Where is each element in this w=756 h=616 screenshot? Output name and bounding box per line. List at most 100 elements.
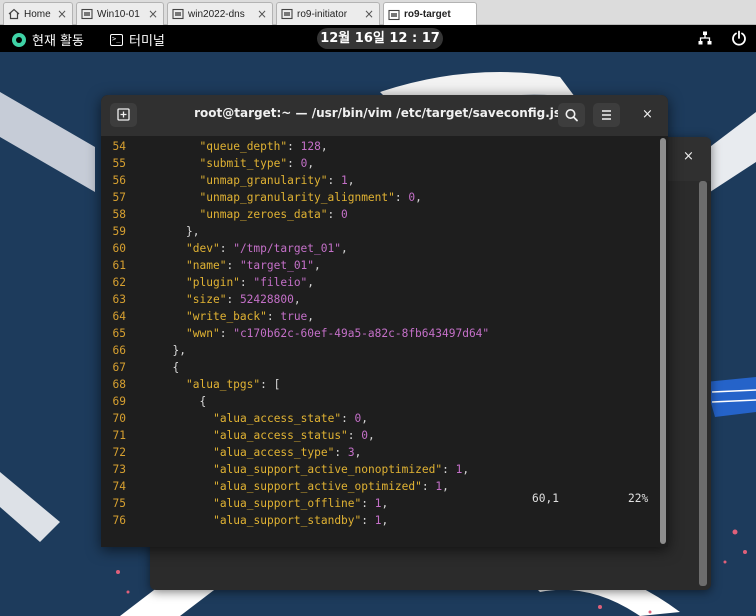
close-icon[interactable]: × [148,7,158,21]
power-icon[interactable] [731,30,747,46]
json-punctuation: : [226,293,240,306]
code-line: 67 { [101,359,657,376]
json-value: 3 [347,446,355,459]
code-line: 65 "wwn": "c170b62c-60ef-49a5-a82c-8fb643… [101,325,657,342]
new-tab-icon [117,108,130,121]
json-key: "alua_support_offline" [213,497,362,510]
json-value: 1 [374,514,382,527]
close-icon[interactable]: × [257,7,267,21]
line-number: 65 [112,327,126,340]
json-punctuation: , [415,191,422,204]
json-punctuation: : [361,497,375,510]
tab-ro9-initiator[interactable]: ro9-initiator × [276,2,380,25]
app-menu-terminal[interactable]: >_ 터미널 [110,30,165,49]
json-key: "name" [186,259,227,272]
code-text: "alua_support_active_optimized": 1, [213,478,449,495]
code-line: 54 "queue_depth": 128, [101,138,657,155]
json-punctuation: , [340,242,348,255]
tab-ro9-target[interactable]: ro9-target [383,2,477,26]
line-number: 60 [112,242,126,255]
code-text: "unmap_granularity": 1, [200,172,355,189]
json-value: 1 [374,497,382,510]
code-line: 69 { [101,393,657,410]
json-punctuation: : [394,191,409,204]
json-punctuation: , [307,276,315,289]
code-text: "write_back": true, [186,308,314,325]
search-icon [565,109,578,122]
json-value: 52428800 [239,293,294,306]
close-icon[interactable]: × [57,7,67,21]
network-icon[interactable] [698,31,712,45]
line-number: 67 [112,361,126,374]
line-number: 66 [112,344,126,357]
code-line: 70 "alua_access_state": 0, [101,410,657,427]
code-text: { [173,359,180,376]
activities-button[interactable]: 현재 활동 [12,30,84,49]
app-name-label: 터미널 [129,34,165,49]
line-number: 69 [112,395,126,408]
vim-editor-buffer[interactable]: 54 "queue_depth": 128, 55 "submit_type": 0,… [101,136,657,547]
line-number: 70 [112,412,126,425]
code-text: "alua_access_state": 0, [213,410,368,427]
tab-win2022-dns[interactable]: win2022-dns × [167,2,273,25]
clock-button[interactable]: 12월 16일 12 : 17 [317,28,443,49]
json-punctuation: , [320,140,328,153]
code-line: 62 "plugin": "fileio", [101,274,657,291]
code-line: 75 "alua_support_offline": 1, [101,495,657,512]
json-key: "size" [186,293,227,306]
code-text: "name": "target_01", [186,257,321,274]
terminal-window[interactable]: root@target:~ — /usr/bin/vim /etc/target… [101,95,668,547]
line-number: 55 [112,157,126,170]
json-value: true [280,310,308,323]
scrollbar-thumb[interactable] [660,138,666,544]
json-punctuation: , [347,174,355,187]
code-line: 61 "name": "target_01", [101,257,657,274]
json-key: "unmap_granularity" [199,174,328,187]
distro-logo-icon [12,32,26,47]
code-text: }, [173,342,186,359]
json-value: 1 [341,174,348,187]
json-key: "alua_access_type" [213,446,335,459]
json-punctuation: : [341,412,355,425]
close-icon[interactable]: × [642,107,653,122]
close-icon[interactable]: × [364,7,374,21]
code-line: 56 "unmap_granularity": 1, [101,172,657,189]
json-punctuation: , [381,514,389,527]
code-line: 64 "write_back": true, [101,308,657,325]
tab-home[interactable]: Home × [3,2,73,25]
json-punctuation: , [361,412,369,425]
tab-win10-01[interactable]: Win10-01 × [76,2,164,25]
json-punctuation: }, [172,344,186,357]
search-button[interactable] [558,103,585,127]
json-key: "plugin" [186,276,240,289]
new-tab-button[interactable] [110,103,137,127]
line-number: 59 [112,225,126,238]
json-value: "fileio" [253,276,308,289]
code-text: "dev": "/tmp/target_01", [186,240,348,257]
json-key: "unmap_granularity_alignment" [199,191,395,204]
code-text: "alua_access_status": 0, [213,427,375,444]
code-line: 71 "alua_access_status": 0, [101,427,657,444]
background-terminal-scrollbar[interactable] [699,181,707,586]
json-punctuation: , [307,310,315,323]
json-punctuation: : [226,259,240,272]
json-punctuation: }, [186,225,200,238]
code-line: 72 "alua_access_type": 3, [101,444,657,461]
code-text: { [200,393,207,410]
window-title: root@target:~ — /usr/bin/vim /etc/target… [194,106,578,120]
code-text: "alua_tpgs": [ [186,376,280,393]
code-line: 74 "alua_support_active_optimized": 1, [101,478,657,495]
terminal-scrollbar[interactable] [657,136,668,547]
menu-button[interactable] [593,103,620,127]
home-icon [8,8,20,20]
line-number: 73 [112,463,126,476]
tab-label: ro9-target [404,9,451,20]
close-icon[interactable]: × [683,149,694,164]
json-value: "c170b62c-60ef-49a5-a82c-8fb643497d64" [233,327,490,340]
line-number: 72 [112,446,126,459]
code-text: }, [186,223,199,240]
json-punctuation: , [314,259,321,272]
json-value: 0 [341,208,348,221]
vm-icon [388,9,400,20]
json-key: "alua_access_status" [213,429,348,442]
